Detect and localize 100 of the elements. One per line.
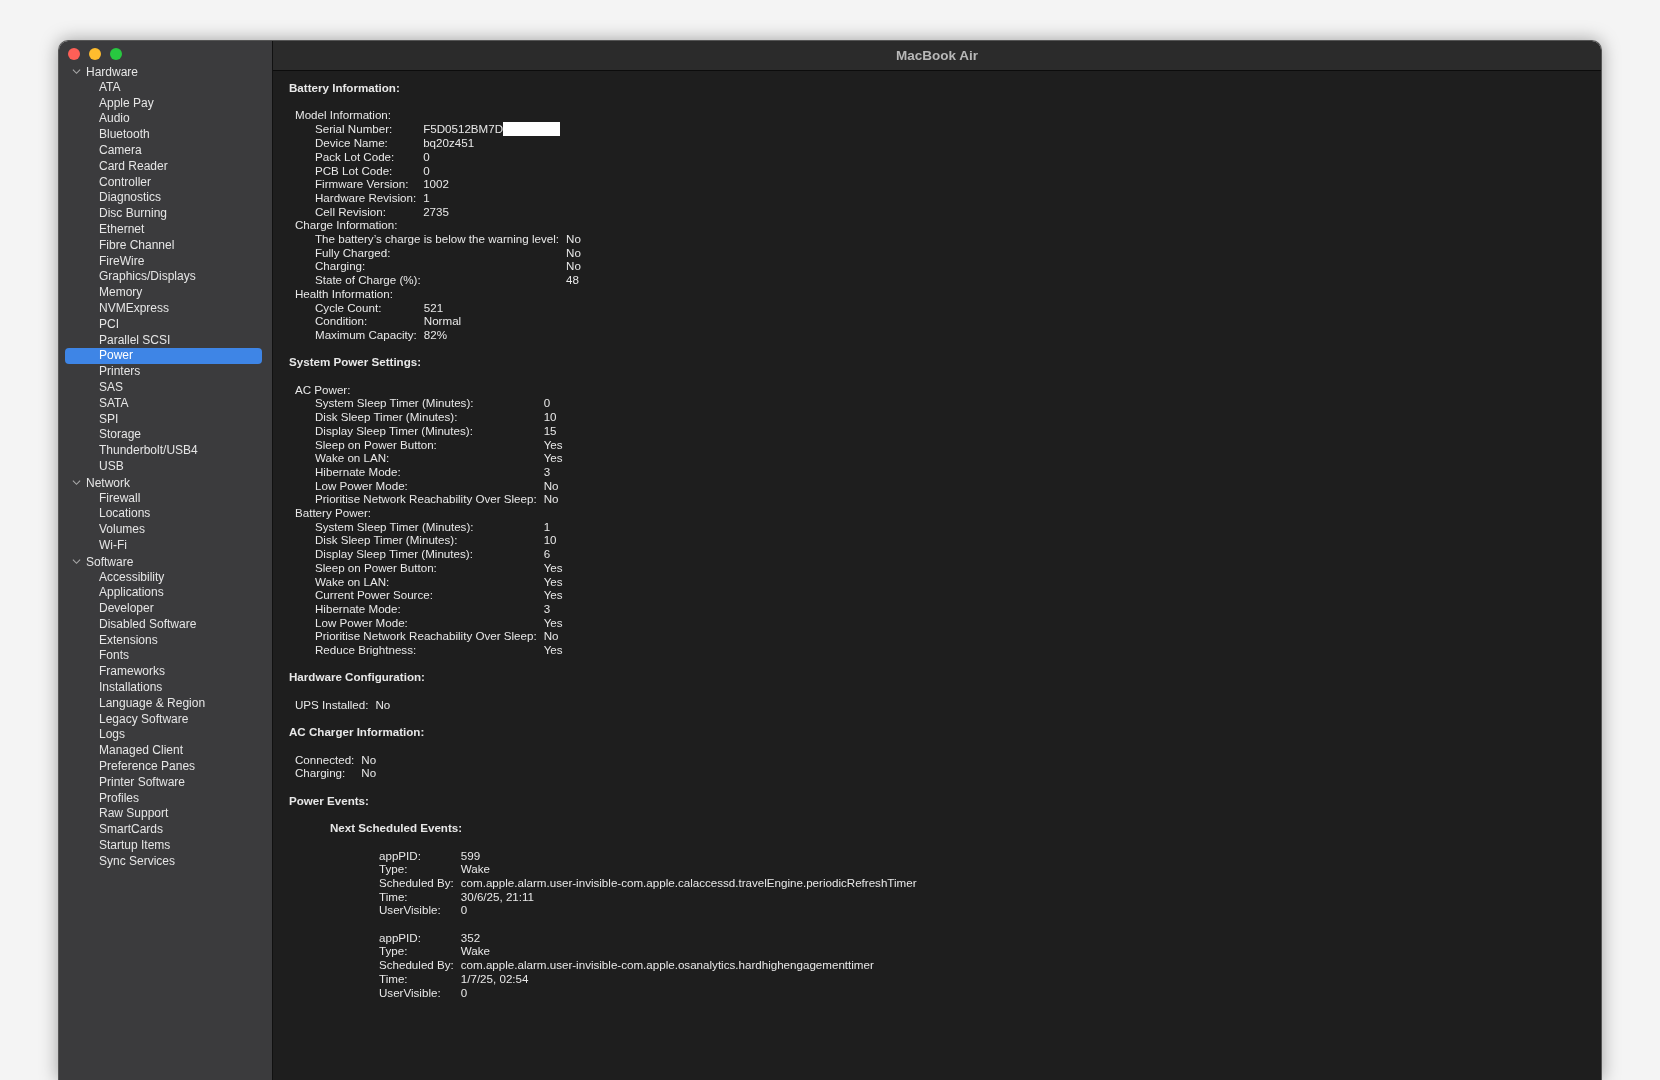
field-label: Wake on LAN: [315, 451, 391, 465]
sidebar-item[interactable]: FireWire [65, 253, 262, 270]
sidebar-item[interactable]: Accessibility [65, 569, 262, 586]
field-label: Hibernate Mode: [315, 464, 402, 479]
sidebar-item[interactable]: NVMExpress [65, 300, 262, 317]
sidebar-item[interactable]: Graphics/Displays [65, 269, 262, 286]
field-label: Firmware Version: [315, 177, 410, 191]
chevron-icon[interactable] [72, 67, 81, 77]
sidebar-item[interactable]: Power [65, 348, 262, 365]
sidebar-item[interactable]: Applications [65, 585, 262, 602]
minimize-button[interactable] [89, 48, 101, 60]
field-label: Disk Sleep Timer (Minutes): [315, 410, 459, 424]
field-value: 0 [423, 149, 431, 164]
field-value: No [566, 232, 581, 246]
field-value: Yes [543, 574, 563, 589]
field-value: No [375, 697, 391, 712]
sidebar-item[interactable]: Ethernet [65, 221, 262, 238]
sidebar-item[interactable]: Bluetooth [65, 127, 262, 143]
field-value: No [361, 752, 377, 767]
sidebar-group-label[interactable]: Hardware [86, 64, 139, 79]
zoom-button[interactable] [110, 48, 122, 60]
sidebar-item[interactable]: ATA [65, 79, 262, 96]
field-value: 599 [460, 848, 482, 863]
sidebar-item[interactable]: Apple Pay [65, 95, 262, 112]
sidebar-item[interactable]: Logs [65, 727, 262, 744]
field-value: Wake [460, 944, 491, 959]
field-label: Current Power Source: [315, 588, 434, 602]
field-label: System Sleep Timer (Minutes): [315, 519, 475, 534]
sidebar-item[interactable]: Sync Services [65, 853, 262, 870]
sidebar-item[interactable]: Fibre Channel [65, 237, 262, 254]
sidebar-item[interactable]: Camera [65, 143, 262, 159]
sidebar-item[interactable]: PCI [65, 316, 262, 333]
sidebar-item[interactable]: Audio [65, 111, 262, 128]
sidebar-item[interactable]: Profiles [65, 790, 262, 807]
sidebar-item[interactable]: Extensions [65, 632, 262, 649]
field-label: Sleep on Power Button: [315, 560, 438, 575]
sidebar-item[interactable]: SPI [65, 411, 262, 428]
field-value: com.apple.alarm.user-invisible-com.apple.osanalytics.hardhighengagementtimer [460, 958, 874, 972]
sidebar-item[interactable]: Thunderbolt/USB4 [65, 443, 262, 459]
sidebar-item[interactable]: USB [65, 458, 262, 475]
sidebar-item[interactable]: Firewall [65, 490, 262, 507]
field-label: Disk Sleep Timer (Minutes): [315, 533, 459, 548]
sidebar-item[interactable]: Memory [65, 285, 262, 301]
sidebar-item[interactable]: Locations [65, 506, 262, 523]
field-label: Maximum Capacity: [315, 327, 417, 342]
field-value: Yes [543, 437, 563, 452]
sidebar-item[interactable]: Printers [65, 364, 262, 380]
field-label: Pack Lot Code: [315, 149, 396, 164]
sidebar-item[interactable]: Controller [65, 174, 262, 191]
field-label: UserVisible: [379, 985, 442, 1000]
sidebar-item[interactable]: Volumes [65, 522, 262, 538]
sidebar-item[interactable]: Disabled Software [65, 616, 262, 633]
sidebar-item[interactable]: Frameworks [65, 664, 262, 681]
sidebar-item[interactable]: Fonts [65, 648, 262, 665]
sidebar-item[interactable]: Startup Items [65, 838, 262, 854]
sidebar-item[interactable]: Card Reader [65, 158, 262, 175]
field-label: Charging: [295, 766, 347, 781]
field-label: Fully Charged: [315, 245, 392, 260]
field-label: Hibernate Mode: [315, 601, 402, 616]
sidebar-item[interactable]: Wi-Fi [65, 537, 262, 554]
group-label: Charge Information: [294, 218, 398, 232]
sidebar-group-label[interactable]: Software [86, 554, 134, 569]
field-label: Low Power Mode: [315, 478, 409, 493]
field-value: 1002 [423, 177, 450, 191]
sidebar-item[interactable]: Legacy Software [65, 711, 262, 728]
sidebar-item[interactable]: Raw Support [65, 806, 262, 823]
sidebar-group-label[interactable]: Network [86, 475, 130, 490]
field-label: Device Name: [315, 136, 389, 150]
sidebar-item[interactable]: SmartCards [65, 822, 262, 839]
field-value: Yes [543, 588, 563, 602]
field-value: bq20z451 [423, 136, 476, 150]
group-label: Model Information: [294, 108, 392, 123]
window-title: MacBook Air [896, 48, 978, 63]
sidebar-item[interactable]: Diagnostics [65, 190, 262, 207]
sidebar-item[interactable]: Storage [65, 427, 262, 444]
field-value: Normal [423, 314, 462, 328]
field-label: UserVisible: [379, 903, 442, 918]
chevron-icon[interactable] [72, 557, 81, 567]
sidebar-item[interactable]: Preference Panes [65, 759, 262, 775]
sidebar-item[interactable]: Parallel SCSI [65, 332, 262, 349]
sidebar-item[interactable]: SATA [65, 395, 262, 412]
chevron-icon[interactable] [72, 478, 81, 488]
sidebar-item[interactable]: Language & Region [65, 695, 262, 712]
sidebar-item[interactable]: Managed Client [65, 743, 262, 760]
field-value: No [361, 766, 377, 781]
field-label: Serial Number: [315, 122, 394, 137]
field-value: 10 [543, 410, 558, 424]
close-button[interactable] [68, 48, 80, 60]
field-label: System Sleep Timer (Minutes): [315, 396, 475, 411]
sidebar-item[interactable]: Installations [65, 680, 262, 696]
field-label: Condition: [315, 314, 369, 328]
sidebar-item[interactable]: Printer Software [65, 774, 262, 791]
sidebar-item[interactable]: Developer [65, 601, 262, 617]
sidebar-item[interactable]: SAS [65, 379, 262, 396]
group-label: AC Power: [294, 382, 351, 397]
field-value: 0 [543, 396, 552, 411]
field-value: 82% [423, 327, 448, 342]
section-title: AC Charger Information: [289, 725, 425, 739]
field-value: 15 [543, 423, 558, 438]
sidebar-item[interactable]: Disc Burning [65, 206, 262, 222]
